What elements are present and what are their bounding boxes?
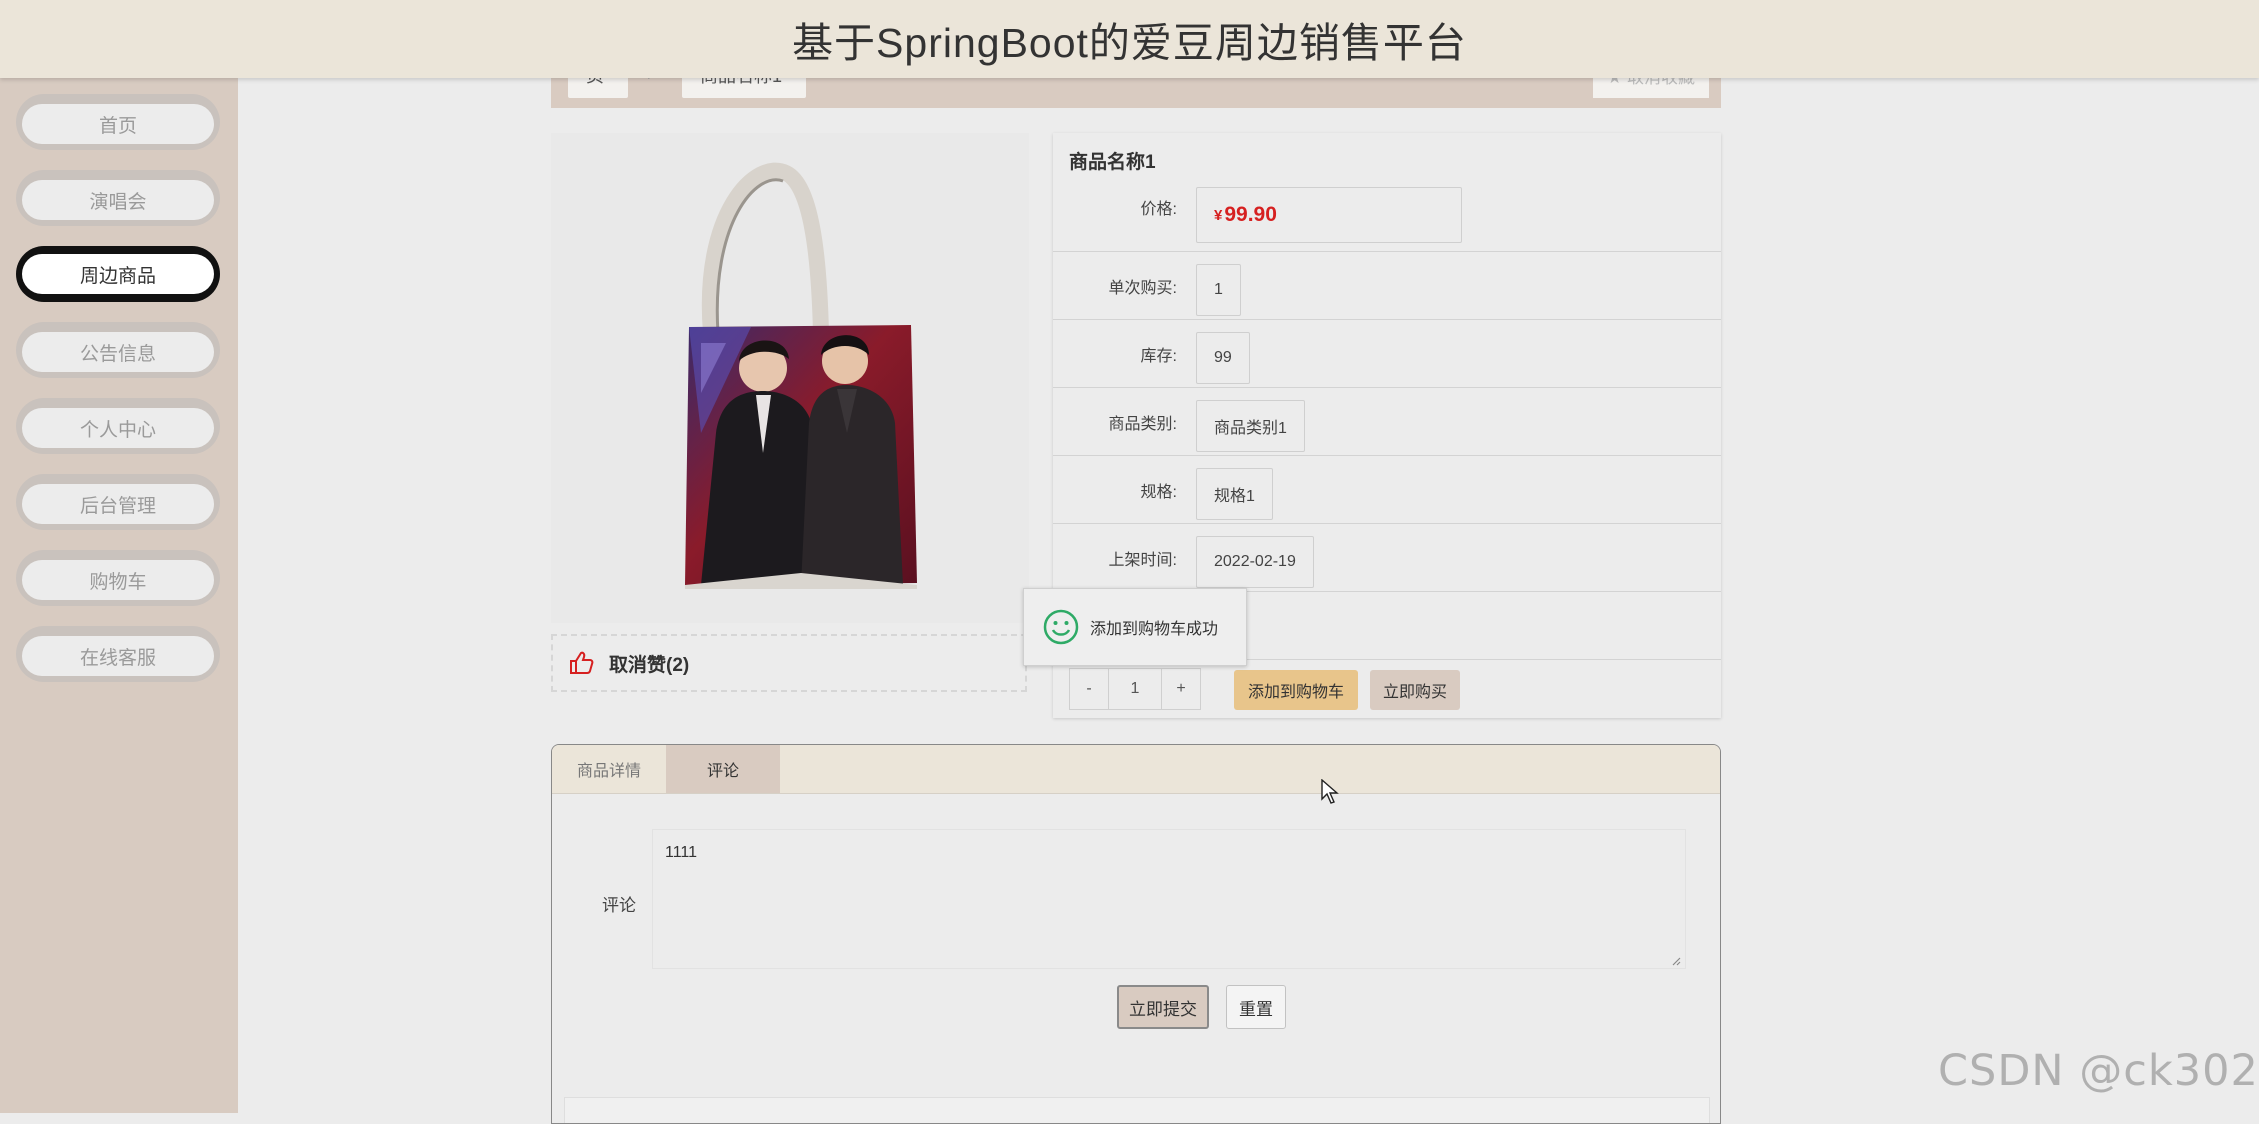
- thumbs-up-icon: [570, 651, 594, 674]
- category-row: 商品类别: 商品类别1: [1053, 387, 1721, 456]
- like-label: 取消赞(2): [609, 654, 690, 676]
- sidebar-item-label: 购物车: [22, 560, 214, 600]
- tab-comments[interactable]: 评论: [666, 745, 780, 793]
- stock-label: 库存:: [1140, 348, 1177, 365]
- listed-time-label: 上架时间:: [1108, 552, 1177, 569]
- sidebar-item-merchandise[interactable]: 周边商品: [16, 246, 220, 302]
- tabs-header: 商品详情 评论: [552, 745, 1720, 794]
- submit-comment-button[interactable]: 立即提交: [1117, 985, 1209, 1029]
- buy-now-button[interactable]: 立即购买: [1370, 670, 1460, 710]
- spec-row: 规格: 规格1: [1053, 455, 1721, 524]
- listed-time-value: 2022-02-19: [1196, 536, 1314, 588]
- top-header: 基于SpringBoot的爱豆周边销售平台: [0, 0, 2259, 78]
- spec-value: 规格1: [1196, 468, 1273, 520]
- category-value: 商品类别1: [1196, 400, 1305, 452]
- sidebar-item-label: 首页: [22, 104, 214, 144]
- smile-icon: [1043, 609, 1079, 645]
- product-image: [551, 133, 1029, 623]
- sidebar-item-label: 在线客服: [22, 636, 214, 676]
- add-to-cart-button[interactable]: 添加到购物车: [1234, 670, 1358, 710]
- stock-row: 库存: 99: [1053, 319, 1721, 388]
- sidebar-item-personal-center[interactable]: 个人中心: [16, 398, 220, 454]
- single-buy-label: 单次购买:: [1108, 280, 1177, 297]
- mouse-cursor-icon: [1321, 779, 1339, 804]
- spec-label: 规格:: [1140, 484, 1177, 501]
- quantity-stepper: - 1 +: [1069, 668, 1201, 710]
- sidebar-item-cart[interactable]: 购物车: [16, 550, 220, 606]
- detail-tabs-panel: 商品详情 评论 评论 1111 立即提交 重置: [551, 744, 1721, 1124]
- site-title: 基于SpringBoot的爱豆周边销售平台: [792, 20, 1467, 66]
- price-label: 价格:: [1140, 201, 1177, 218]
- sidebar-item-label: 演唱会: [22, 180, 214, 220]
- sidebar-item-support[interactable]: 在线客服: [16, 626, 220, 682]
- success-toast: 添加到购物车成功: [1023, 588, 1247, 666]
- toast-message: 添加到购物车成功: [1090, 621, 1219, 638]
- sidebar-item-concerts[interactable]: 演唱会: [16, 170, 220, 226]
- sidebar-item-admin[interactable]: 后台管理: [16, 474, 220, 530]
- stock-value: 99: [1196, 332, 1250, 384]
- single-buy-row: 单次购买: 1: [1053, 251, 1721, 320]
- sidebar-item-label: 个人中心: [22, 408, 214, 448]
- comments-list-area: [564, 1097, 1710, 1123]
- sidebar-item-label: 周边商品: [22, 254, 214, 294]
- like-area[interactable]: 取消赞(2): [551, 634, 1027, 692]
- comment-text: 1111: [665, 844, 698, 861]
- price-number: 99.90: [1224, 203, 1277, 226]
- watermark: CSDN @ck3025: [1938, 1046, 2259, 1096]
- price-value: ¥ 99.90: [1196, 187, 1462, 243]
- tote-bag-photo: [685, 162, 917, 589]
- category-label: 商品类别:: [1108, 416, 1177, 433]
- currency-symbol: ¥: [1214, 206, 1223, 224]
- tab-product-details[interactable]: 商品详情: [552, 745, 666, 793]
- sidebar-item-label: 后台管理: [22, 484, 214, 524]
- listed-time-row: 上架时间: 2022-02-19: [1053, 523, 1721, 592]
- quantity-minus-button[interactable]: -: [1070, 669, 1108, 709]
- reset-button[interactable]: 重置: [1226, 985, 1286, 1029]
- sidebar-item-announcements[interactable]: 公告信息: [16, 322, 220, 378]
- comment-label: 评论: [602, 896, 636, 915]
- sidebar-item-home[interactable]: 首页: [16, 94, 220, 150]
- comment-textarea[interactable]: 1111: [652, 829, 1686, 969]
- sidebar-item-label: 公告信息: [22, 332, 214, 372]
- product-name: 商品名称1: [1069, 152, 1156, 173]
- quantity-input[interactable]: 1: [1108, 669, 1162, 709]
- quantity-plus-button[interactable]: +: [1162, 669, 1200, 709]
- sidebar: 首页 演唱会 周边商品 公告信息 个人中心 后台管理 购物车 在线客服: [0, 78, 238, 1113]
- single-buy-value: 1: [1196, 264, 1241, 316]
- resize-grip-icon[interactable]: [1671, 956, 1681, 966]
